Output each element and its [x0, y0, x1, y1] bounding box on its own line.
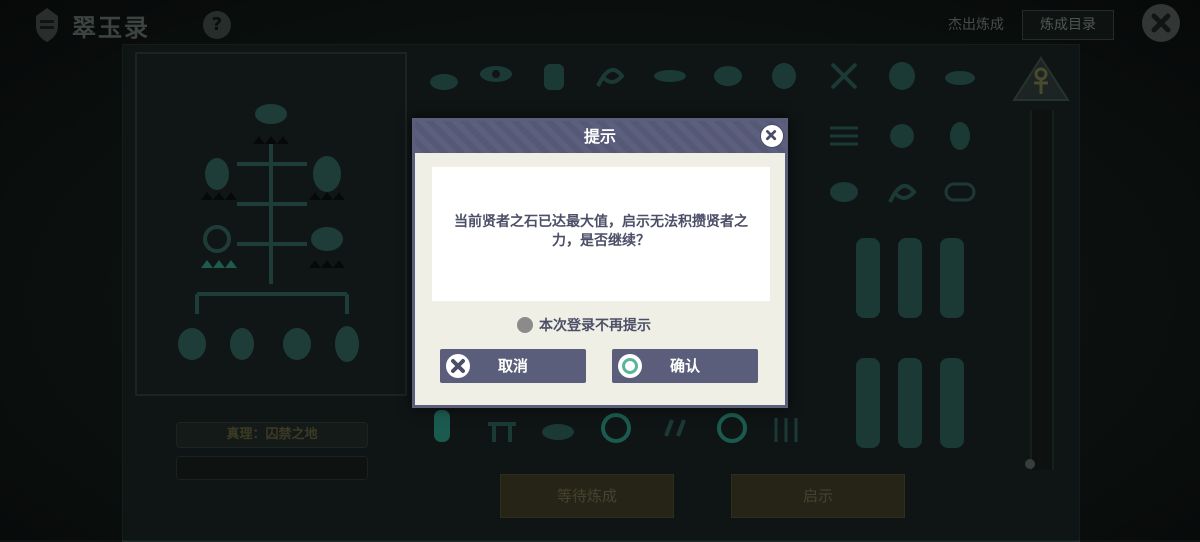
- confirm-button[interactable]: 确认: [612, 349, 758, 383]
- cancel-button[interactable]: 取消: [440, 349, 586, 383]
- confirm-dialog: 提示 当前贤者之石已达最大值，启示无法积攒贤者之力，是否继续？ 本次登录不再提示…: [412, 118, 788, 408]
- dont-show-again-row[interactable]: 本次登录不再提示: [517, 315, 651, 335]
- checkbox-label: 本次登录不再提示: [539, 318, 651, 334]
- dialog-title: 提示: [583, 127, 616, 146]
- dialog-message: 当前贤者之石已达最大值，启示无法积攒贤者之力，是否继续？: [454, 214, 748, 249]
- message-box: 当前贤者之石已达最大值，启示无法积攒贤者之力，是否继续？: [432, 167, 770, 301]
- checkbox-icon[interactable]: [517, 317, 533, 333]
- close-icon[interactable]: [760, 124, 784, 148]
- cancel-label: 取消: [497, 357, 528, 375]
- dialog-header: 提示: [415, 121, 785, 153]
- confirm-label: 确认: [669, 357, 700, 375]
